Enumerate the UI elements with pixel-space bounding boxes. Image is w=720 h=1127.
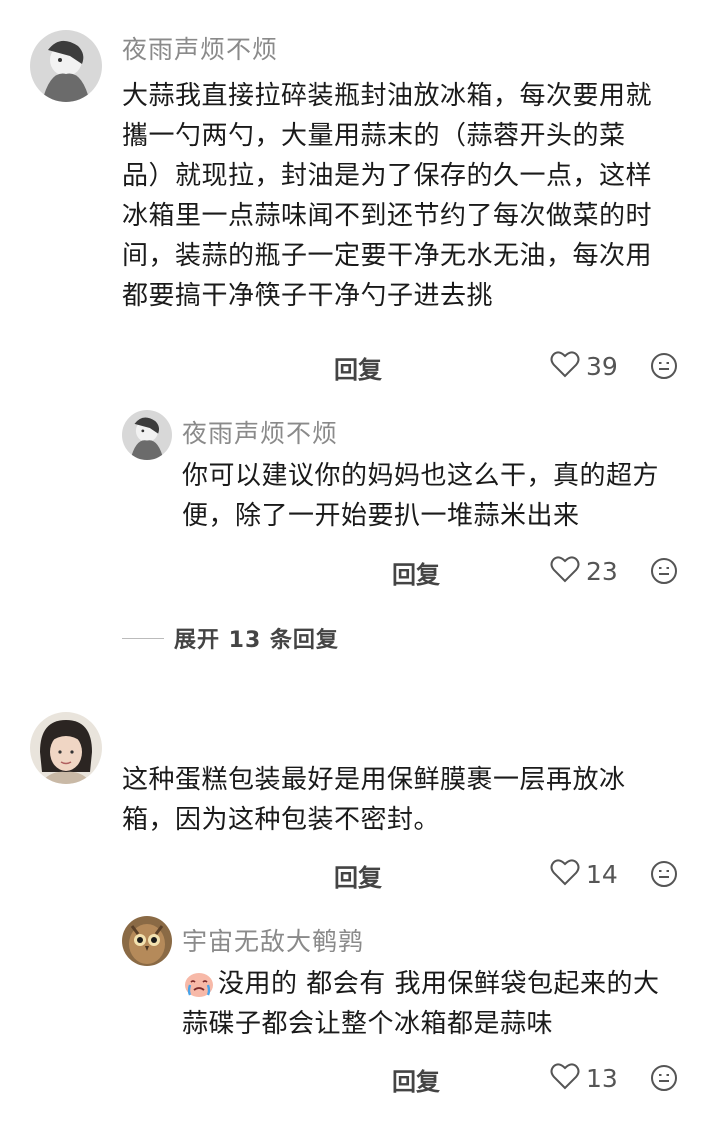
reply-button[interactable]: 回复 (392, 1062, 440, 1097)
username[interactable]: 夜雨声烦不烦 (182, 414, 338, 450)
avatar[interactable] (122, 410, 172, 460)
username[interactable]: 夜雨声烦不烦 (122, 30, 278, 66)
comment-text-line: 攜一勺两勺，大量用蒜末的（蒜蓉开头的菜 (122, 121, 626, 151)
heart-outline-icon (550, 555, 580, 587)
avatar[interactable] (122, 916, 172, 966)
comment-item: 这种蛋糕包装最好是用保鲜膜裹一层再放冰 箱，因为这种包装不密封。 回复 14 宇… (0, 700, 720, 1127)
expand-replies-label: 展开 13 条回复 (174, 628, 339, 653)
reply-text-line: 你可以建议你的妈妈也这么干，真的超方 (182, 461, 660, 491)
smiley-icon[interactable] (650, 557, 678, 585)
comment-text-line: 冰箱里一点蒜味闻不到还节约了每次做菜的时 (122, 201, 653, 231)
reply-button[interactable]: 回复 (392, 555, 440, 590)
comment-text-line: 这种蛋糕包装最好是用保鲜膜裹一层再放冰 (122, 765, 626, 795)
smiley-icon[interactable] (650, 352, 678, 380)
like-count: 23 (586, 556, 618, 586)
divider (122, 637, 164, 639)
smiley-icon[interactable] (650, 860, 678, 888)
reply-text-line: 没用的 都会有 我用保鲜袋包起来的大 (182, 964, 702, 1004)
comment-text-line: 间，装蒜的瓶子一定要干净无水无油，每次用 (122, 241, 653, 271)
comment-text-line: 箱，因为这种包装不密封。 (122, 805, 441, 835)
heart-outline-icon (550, 350, 580, 382)
reply-button[interactable]: 回复 (334, 858, 382, 893)
heart-outline-icon (550, 858, 580, 890)
like-button[interactable]: 14 (550, 858, 618, 890)
reply-text: 没用的 都会有 我用保鲜袋包起来的大 蒜碟子都会让整个冰箱都是蒜味 (182, 964, 702, 1044)
reply-text-line: 蒜碟子都会让整个冰箱都是蒜味 (182, 1009, 554, 1039)
comment-text-line: 品）就现拉，封油是为了保存的久一点，这样 (122, 161, 653, 191)
heart-outline-icon (550, 1062, 580, 1094)
comment-text-line: 都要搞干净筷子干净勺子进去挑 (122, 281, 494, 311)
comment-text-line: 大蒜我直接拉碎装瓶封油放冰箱，每次要用就 (122, 81, 653, 111)
reply-button[interactable]: 回复 (334, 350, 382, 385)
comment-text: 这种蛋糕包装最好是用保鲜膜裹一层再放冰 箱，因为这种包装不密封。 (122, 760, 702, 840)
like-button[interactable]: 39 (550, 350, 618, 382)
like-count: 13 (586, 1063, 618, 1093)
comment-item: 夜雨声烦不烦 大蒜我直接拉碎装瓶封油放冰箱，每次要用就 攜一勺两勺，大量用蒜末的… (0, 0, 720, 680)
avatar[interactable] (30, 30, 102, 102)
reply-text-segment: 没用的 都会有 我用保鲜袋包起来的大 (218, 969, 660, 999)
expand-replies-button[interactable]: 展开 13 条回复 (122, 622, 339, 654)
avatar[interactable] (30, 712, 102, 784)
like-count: 39 (586, 351, 618, 381)
smiley-icon[interactable] (650, 1064, 678, 1092)
comment-text: 大蒜我直接拉碎装瓶封油放冰箱，每次要用就 攜一勺两勺，大量用蒜末的（蒜蓉开头的菜… (122, 76, 702, 316)
reply-text-line: 便，除了一开始要扒一堆蒜米出来 (182, 501, 580, 531)
like-count: 14 (586, 859, 618, 889)
crying-face-emoji (182, 969, 216, 999)
like-button[interactable]: 23 (550, 555, 618, 587)
like-button[interactable]: 13 (550, 1062, 618, 1094)
reply-text: 你可以建议你的妈妈也这么干，真的超方 便，除了一开始要扒一堆蒜米出来 (182, 456, 702, 536)
username[interactable]: 宇宙无敌大鹌鹑 (182, 922, 364, 958)
